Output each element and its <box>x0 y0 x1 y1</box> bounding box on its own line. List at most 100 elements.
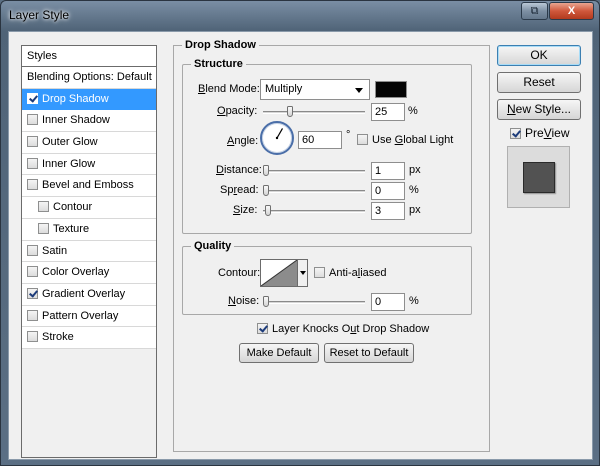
spread-slider-handle[interactable] <box>263 185 269 196</box>
close-button[interactable]: X <box>549 2 594 20</box>
drop-shadow-heading: Drop Shadow <box>182 39 259 51</box>
styles-list-item[interactable]: Satin <box>22 240 156 263</box>
preview-check-icon <box>510 128 521 139</box>
size-slider-handle[interactable] <box>264 205 271 216</box>
style-item-label: Pattern Overlay <box>42 309 119 322</box>
styles-list-header: Styles <box>22 46 156 67</box>
contour-dropdown-button[interactable] <box>298 259 308 287</box>
drop-shadow-panel: Drop Shadow Structure Blend Mode: Multip… <box>173 39 490 452</box>
style-checkbox[interactable] <box>27 309 38 321</box>
style-item-label: Satin <box>42 244 68 257</box>
opacity-input[interactable]: 25 <box>371 103 405 121</box>
ok-button[interactable]: OK <box>497 45 581 66</box>
distance-input[interactable]: 1 <box>371 162 405 180</box>
layer-style-dialog: Layer Style ⧉ X Styles Blending Options:… <box>0 0 600 466</box>
styles-list: Styles Blending Options: Default Drop Sha… <box>21 45 157 458</box>
style-item-label: Outer Glow <box>42 136 98 149</box>
style-checkbox[interactable] <box>38 201 49 213</box>
styles-list-item[interactable]: Bevel and Emboss <box>22 175 156 198</box>
reset-to-default-button[interactable]: Reset to Default <box>324 343 414 363</box>
reset-button[interactable]: Reset <box>497 72 581 93</box>
make-default-button[interactable]: Make Default <box>239 343 319 363</box>
angle-unit: ° <box>346 129 351 141</box>
noise-label: Noise: <box>228 295 260 307</box>
noise-input[interactable]: 0 <box>371 293 405 311</box>
styles-list-item[interactable]: Blending Options: Default <box>22 67 156 89</box>
restore-button[interactable]: ⧉ <box>521 2 548 20</box>
styles-list-item[interactable]: Gradient Overlay <box>22 283 156 306</box>
noise-slider-handle[interactable] <box>263 296 269 307</box>
styles-list-item[interactable]: Inner Shadow <box>22 110 156 133</box>
chevron-down-icon <box>355 88 363 93</box>
spread-label: Spread: <box>220 184 259 196</box>
layer-knocks-out-checkbox[interactable]: Layer Knocks Out Drop Shadow <box>257 323 429 335</box>
style-item-label: Color Overlay <box>42 266 110 279</box>
size-label: Size: <box>233 204 258 216</box>
anti-aliased-check-icon <box>314 267 325 278</box>
styles-list-item[interactable]: Drop Shadow <box>22 88 156 111</box>
window-title: Layer Style <box>9 8 70 22</box>
dialog-client-area: Styles Blending Options: Default Drop Sha… <box>8 31 593 460</box>
spread-input[interactable]: 0 <box>371 182 405 200</box>
use-global-light-checkbox[interactable]: Use Global Light <box>357 134 453 146</box>
style-checkbox[interactable] <box>27 136 38 148</box>
opacity-slider-track[interactable] <box>263 111 365 114</box>
spread-slider-track[interactable] <box>263 190 365 193</box>
preview-thumbnail <box>523 162 555 193</box>
new-style-button[interactable]: New Style... <box>497 99 581 120</box>
style-preview <box>507 146 570 208</box>
styles-list-item[interactable]: Contour <box>22 197 156 219</box>
style-checkbox[interactable] <box>38 222 49 234</box>
distance-label: Distance: <box>216 164 262 176</box>
style-checkbox[interactable] <box>27 179 38 191</box>
distance-unit: px <box>409 164 421 176</box>
styles-list-items: Blending Options: Default Drop Shadow Inne… <box>22 67 156 349</box>
layer-knocks-out-check-icon <box>257 323 268 334</box>
opacity-label: Opacity: <box>217 105 258 117</box>
size-input[interactable]: 3 <box>371 202 405 220</box>
styles-list-item[interactable]: Pattern Overlay <box>22 305 156 328</box>
style-checkbox[interactable] <box>27 287 38 299</box>
use-global-light-check-icon <box>357 134 368 145</box>
anti-aliased-checkbox[interactable]: Anti-aliased <box>314 267 387 279</box>
quality-heading: Quality <box>191 240 235 252</box>
opacity-unit: % <box>408 105 418 117</box>
style-item-label: Inner Glow <box>42 157 96 170</box>
spread-unit: % <box>409 184 419 196</box>
angle-dial[interactable] <box>260 121 294 155</box>
style-checkbox[interactable] <box>27 114 38 126</box>
preview-checkbox[interactable]: PreView <box>510 126 570 140</box>
title-bar[interactable]: Layer Style ⧉ X <box>1 1 599 31</box>
style-checkbox[interactable] <box>27 157 38 169</box>
contour-picker[interactable] <box>260 259 298 287</box>
noise-slider-track[interactable] <box>263 301 365 304</box>
style-checkbox[interactable] <box>27 92 38 104</box>
styles-list-item[interactable]: Texture <box>22 218 156 241</box>
angle-label: Angle: <box>227 135 259 147</box>
style-item-label: Drop Shadow <box>42 92 109 105</box>
structure-group: Structure Blend Mode: Multiply Opacity: … <box>182 58 472 234</box>
distance-slider-handle[interactable] <box>263 165 269 176</box>
angle-needle-icon <box>275 128 284 140</box>
size-slider-track[interactable] <box>263 210 365 213</box>
angle-input[interactable]: 60 <box>298 131 342 149</box>
blend-mode-value: Multiply <box>265 83 303 95</box>
restore-icon: ⧉ <box>530 5 539 17</box>
contour-label: Contour: <box>218 267 261 279</box>
blend-mode-select[interactable]: Multiply <box>260 79 370 100</box>
style-item-label: Inner Shadow <box>42 114 110 127</box>
styles-list-item[interactable]: Color Overlay <box>22 262 156 284</box>
close-icon: X <box>567 5 576 17</box>
style-item-label: Bevel and Emboss <box>42 179 134 192</box>
distance-slider-track[interactable] <box>263 170 365 173</box>
styles-list-item[interactable]: Outer Glow <box>22 132 156 154</box>
style-checkbox[interactable] <box>27 266 38 278</box>
styles-list-item[interactable]: Stroke <box>22 327 156 349</box>
style-checkbox[interactable] <box>27 244 38 256</box>
shadow-color-swatch[interactable] <box>375 81 407 98</box>
style-checkbox[interactable] <box>27 331 38 343</box>
styles-list-item[interactable]: Inner Glow <box>22 153 156 176</box>
style-item-label: Gradient Overlay <box>42 287 126 300</box>
linear-contour-icon <box>261 260 297 286</box>
opacity-slider-handle[interactable] <box>287 106 293 117</box>
